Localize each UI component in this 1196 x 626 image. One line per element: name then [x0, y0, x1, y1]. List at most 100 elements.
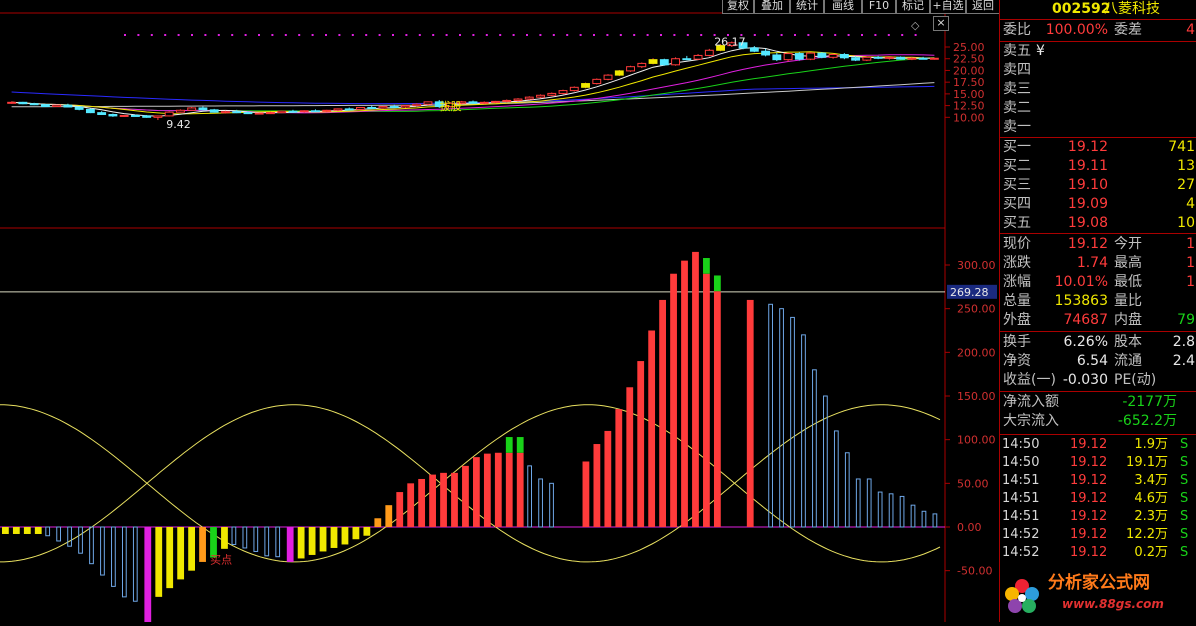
dot-marker	[807, 34, 810, 36]
weicha-label: 委差	[1114, 22, 1142, 38]
level-label: 269.28	[950, 286, 989, 299]
toolbar-button-6[interactable]: +自选	[930, 0, 966, 14]
indicator-bar	[319, 527, 327, 552]
candle	[198, 106, 208, 111]
candle	[626, 65, 635, 72]
tick-row[interactable]: 14:51 19.12 3.4万 S	[1000, 472, 1196, 490]
low-label: 9.42	[166, 118, 191, 131]
bid-volume: 13	[1177, 158, 1195, 174]
chart-area[interactable]: 25.00 22.50 20.00 17.50 15.00 12.50 10.00 26.17…	[0, 0, 1000, 622]
kline-chart[interactable]: 25.0022.5020.0017.5015.0012.5010.0026.17…	[0, 0, 1000, 622]
stat-value: 6.26%	[1063, 334, 1108, 350]
bid-label: 买一	[1003, 139, 1031, 155]
high-label: 26.17	[714, 36, 746, 49]
candle	[648, 58, 658, 65]
candle	[97, 111, 107, 116]
dot-marker	[271, 34, 274, 36]
stat2-row-0: 换手 6.26% 股本 2.8	[1000, 333, 1196, 352]
indicator-bar	[177, 527, 185, 580]
candle	[18, 101, 28, 105]
tick-time: 14:50	[1002, 455, 1040, 470]
indicator-bar	[746, 299, 754, 527]
indicator-bar	[440, 472, 447, 527]
ask-price: ¥	[1036, 43, 1045, 59]
dot-marker	[298, 34, 301, 36]
candle	[40, 104, 50, 108]
ind-tick-label: 100.00	[957, 434, 996, 447]
bid-row-1[interactable]: 买二 19.11 13	[1000, 157, 1196, 176]
ask-label: 卖三	[1003, 81, 1031, 97]
indicator-bar	[132, 526, 138, 602]
bid-row-4[interactable]: 买五 19.08 10	[1000, 214, 1196, 233]
bid-row-3[interactable]: 买四 19.09 4	[1000, 195, 1196, 214]
stat-label: 净资	[1003, 353, 1031, 369]
diamond-icon: ◇	[911, 19, 920, 32]
watermark-logo: 分析家公式网 www.88gs.com	[1000, 562, 1196, 622]
bid-label: 买三	[1003, 177, 1031, 193]
dot-marker	[284, 34, 287, 36]
indicator-bar	[823, 395, 828, 528]
ask-row-3[interactable]: 卖二	[1000, 99, 1196, 118]
tick-row[interactable]: 14:52 19.12 0.2万 S	[1000, 544, 1196, 562]
indicator-bar	[286, 527, 294, 562]
indicator-bar	[144, 527, 152, 622]
toolbar-button-4[interactable]: F10	[862, 0, 896, 14]
tick-row[interactable]: 14:52 19.12 12.2万 S	[1000, 526, 1196, 544]
toolbar-button-0[interactable]: 复权	[722, 0, 754, 14]
bid-row-0[interactable]: 买一 19.12 741	[1000, 138, 1196, 157]
quote-panel: 002592 八菱科技 委比 100.00% 委差 4 卖五 ¥ 卖四 卖三 卖二 卖一 …	[999, 0, 1196, 622]
toolbar-button-7[interactable]: 返回	[966, 0, 1000, 14]
bid-label: 买二	[1003, 158, 1031, 174]
ask-label: 卖一	[1003, 119, 1031, 135]
toolbar-button-5[interactable]: 标记	[896, 0, 930, 14]
bid-volume: 4	[1186, 196, 1195, 212]
stat-row-2: 涨幅 10.01% 最低 1	[1000, 273, 1196, 292]
bid-row-2[interactable]: 买三 19.10 27	[1000, 176, 1196, 195]
candle	[119, 114, 129, 117]
indicator-bar	[352, 527, 360, 540]
indicator-bar	[188, 527, 196, 571]
tick-row[interactable]: 14:51 19.12 4.6万 S	[1000, 490, 1196, 508]
tick-row[interactable]: 14:51 19.12 2.3万 S	[1000, 508, 1196, 526]
indicator-bar	[473, 457, 480, 527]
tick-row[interactable]: 14:50 19.12 19.1万 S	[1000, 454, 1196, 472]
toolbar-button-3[interactable]: 画线	[824, 0, 862, 14]
ask-row-2[interactable]: 卖三	[1000, 80, 1196, 99]
close-button[interactable]: ×	[933, 16, 949, 31]
dot-marker	[686, 34, 689, 36]
stat-label-2: 内盘	[1114, 312, 1142, 328]
tick-price: 19.12	[1070, 455, 1108, 470]
indicator-bar	[932, 513, 938, 528]
dot-marker	[338, 34, 341, 36]
stat-row-3: 总量 153863 量比	[1000, 292, 1196, 311]
dot-marker	[887, 34, 890, 36]
stat-value-2: 1	[1186, 274, 1195, 290]
candle	[817, 52, 827, 59]
tick-flag: S	[1180, 545, 1189, 560]
stat-value: 153863	[1054, 293, 1108, 309]
dot-marker	[231, 34, 234, 36]
toolbar-button-1[interactable]: 叠加	[754, 0, 790, 14]
tick-row[interactable]: 14:50 19.12 1.9万 S	[1000, 436, 1196, 454]
dot-marker	[914, 34, 917, 36]
tick-flag: S	[1180, 455, 1189, 470]
candle	[254, 112, 264, 115]
toolbar-button-2[interactable]: 统计	[790, 0, 824, 14]
stat-value: 6.54	[1076, 353, 1108, 369]
dot-marker	[700, 34, 703, 36]
dot-marker	[311, 34, 314, 36]
dot-marker	[378, 34, 381, 36]
ind-tick-label: 50.00	[957, 477, 989, 490]
candle	[311, 109, 320, 113]
candle	[367, 105, 377, 109]
indicator-bar	[67, 526, 72, 547]
candle	[153, 115, 163, 121]
stat2-row-1: 净资 6.54 流通 2.4	[1000, 352, 1196, 371]
candle	[187, 107, 197, 111]
ask-row-1[interactable]: 卖四	[1000, 61, 1196, 80]
ask-row-0[interactable]: 卖五 ¥	[1000, 42, 1196, 61]
dot-marker	[794, 34, 796, 36]
indicator-bar	[833, 430, 839, 528]
dot-marker	[579, 34, 582, 36]
ask-row-4[interactable]: 卖一	[1000, 118, 1196, 137]
